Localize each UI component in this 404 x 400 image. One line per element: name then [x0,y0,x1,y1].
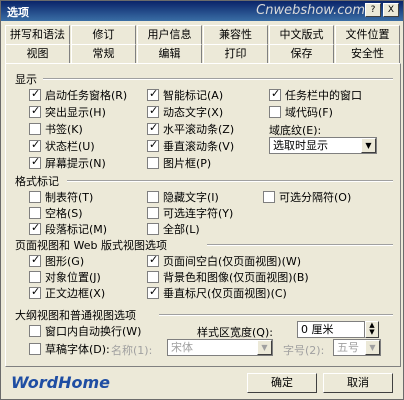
field-shading-label: 域底纹(E): [269,124,322,137]
checkbox-box[interactable] [29,343,41,355]
tab-row-1: 拼写和语法 修订 用户信息 兼容性 中文版式 文件位置 [5,25,401,44]
tab-print[interactable]: 打印 [203,44,268,63]
checkbox-box[interactable] [147,121,159,135]
smart-tags-checkbox[interactable]: 智能标记(A) [147,87,223,103]
font-name-label: 名称(1): [111,344,153,357]
spaces-checkbox[interactable]: 空格(S) [29,205,83,221]
vertical-scrollbar-checkbox[interactable]: 垂直滚动条(V) [147,138,234,154]
hidden-text-checkbox[interactable]: 隐藏文字(I) [147,189,219,205]
wordhome-logo: WordHome [11,373,111,392]
checkbox-box[interactable] [29,253,41,267]
checkbox-box[interactable] [29,138,41,152]
checkbox-box[interactable] [269,106,281,118]
checkbox-box[interactable] [29,123,41,135]
style-area-width-input[interactable]: 0 厘米 [297,321,365,338]
tab-asian-typography[interactable]: 中文版式 [269,25,334,44]
checkbox-box[interactable] [147,253,159,267]
tab-file-locations[interactable]: 文件位置 [335,25,400,44]
tab-user-info[interactable]: 用户信息 [137,25,202,44]
checkbox-box[interactable] [147,271,159,283]
checkbox-box[interactable] [29,271,41,283]
checkbox-box[interactable] [147,87,159,101]
screentips-checkbox[interactable]: 屏幕提示(N) [29,155,106,171]
white-space-checkbox[interactable]: 页面间空白(仅页面视图)(W) [147,253,301,269]
tab-save[interactable]: 保存 [269,44,334,63]
tab-compatibility[interactable]: 兼容性 [203,25,268,44]
picture-placeholders-checkbox[interactable]: 图片框(P) [147,155,211,171]
highlight-checkbox[interactable]: 突出显示(H) [29,104,106,120]
display-separator [43,78,393,80]
close-button[interactable]: X [383,3,399,17]
checkbox-box[interactable] [147,285,159,299]
options-dialog: 选项 Cnwebshow.com ? X 拼写和语法 修订 用户信息 兼容性 中… [0,0,404,400]
object-anchors-checkbox[interactable]: 对象位置(J) [29,269,101,285]
windows-in-taskbar-checkbox[interactable]: 任务栏中的窗口 [269,87,362,103]
outline-separator [159,314,393,316]
format-marks-separator [67,180,393,182]
style-area-width-label: 样式区宽度(Q): [197,326,273,339]
field-codes-checkbox[interactable]: 域代码(F) [269,104,333,120]
startup-task-pane-checkbox[interactable]: 启动任务窗格(R) [29,87,127,103]
checkbox-box[interactable] [29,104,41,118]
page-web-title: 页面视图和 Web 版式视图选项 [15,239,167,252]
text-boundaries-checkbox[interactable]: 正文边框(X) [29,285,105,301]
chevron-down-icon[interactable]: ▼ [365,340,380,355]
checkbox-box[interactable] [29,191,41,203]
tab-edit[interactable]: 编辑 [137,44,202,63]
checkbox-box[interactable] [147,223,159,235]
display-section-title: 显示 [15,73,37,86]
checkbox-box[interactable] [147,207,159,219]
title-bar: 选项 Cnwebshow.com ? X [1,1,403,21]
optional-hyphens-checkbox[interactable]: 可选连字符(Y) [147,205,233,221]
tab-general[interactable]: 常规 [71,44,136,63]
animated-text-checkbox[interactable]: 动态文字(X) [147,104,223,120]
chevron-down-icon[interactable]: ▼ [257,340,272,355]
status-bar-checkbox[interactable]: 状态栏(U) [29,138,95,154]
checkbox-box[interactable] [29,155,41,169]
tab-spelling-grammar[interactable]: 拼写和语法 [5,25,70,44]
optional-breaks-checkbox[interactable]: 可选分隔符(O) [263,189,351,205]
checkbox-box[interactable] [147,104,159,118]
checkbox-box[interactable] [147,138,159,152]
field-shading-select[interactable]: 选取时显示 ▼ [269,137,377,154]
tab-row-2: 视图 常规 编辑 打印 保存 安全性 [5,44,401,63]
checkbox-box[interactable] [263,191,275,203]
drawings-checkbox[interactable]: 图形(G) [29,253,84,269]
style-area-width-spinner[interactable]: ▲ ▼ [365,321,379,338]
page-web-separator [207,244,393,246]
font-size-label: 字号(2): [283,344,325,357]
cancel-button[interactable]: 取消 [323,373,393,393]
bookmarks-checkbox[interactable]: 书签(K) [29,121,83,137]
horizontal-scrollbar-checkbox[interactable]: 水平滚动条(Z) [147,121,234,137]
wrap-to-window-checkbox[interactable]: 窗口内自动换行(W) [29,323,141,339]
window-title: 选项 [7,6,29,19]
all-marks-checkbox[interactable]: 全部(L) [147,221,200,237]
background-colors-checkbox[interactable]: 背景色和图像(仅页面视图)(B) [147,269,309,285]
chevron-down-icon[interactable]: ▼ [361,138,376,153]
paragraph-marks-checkbox[interactable]: 段落标记(M) [29,221,107,237]
font-name-select[interactable]: 宋体 ▼ [167,339,273,356]
help-button[interactable]: ? [365,3,381,17]
format-marks-title: 格式标记 [15,175,59,188]
outline-title: 大纲视图和普通视图选项 [15,309,136,322]
checkbox-box[interactable] [147,157,159,169]
checkbox-box[interactable] [29,207,41,219]
checkbox-box[interactable] [147,191,159,203]
draft-font-checkbox[interactable]: 草稿字体(D): [29,341,110,357]
tab-security[interactable]: 安全性 [335,44,400,63]
tab-view[interactable]: 视图 [5,44,70,63]
checkbox-box[interactable] [29,285,41,299]
font-size-select[interactable]: 五号 ▼ [333,339,381,356]
checkbox-box[interactable] [29,87,41,101]
checkbox-box[interactable] [29,325,41,337]
checkbox-box[interactable] [29,221,41,235]
tab-characters-checkbox[interactable]: 制表符(T) [29,189,93,205]
ok-button[interactable]: 确定 [247,373,317,393]
tab-track-changes[interactable]: 修订 [71,25,136,44]
watermark: Cnwebshow.com [256,3,365,18]
vertical-ruler-checkbox[interactable]: 垂直标尺(仅页面视图)(C) [147,285,287,301]
checkbox-box[interactable] [269,87,281,101]
